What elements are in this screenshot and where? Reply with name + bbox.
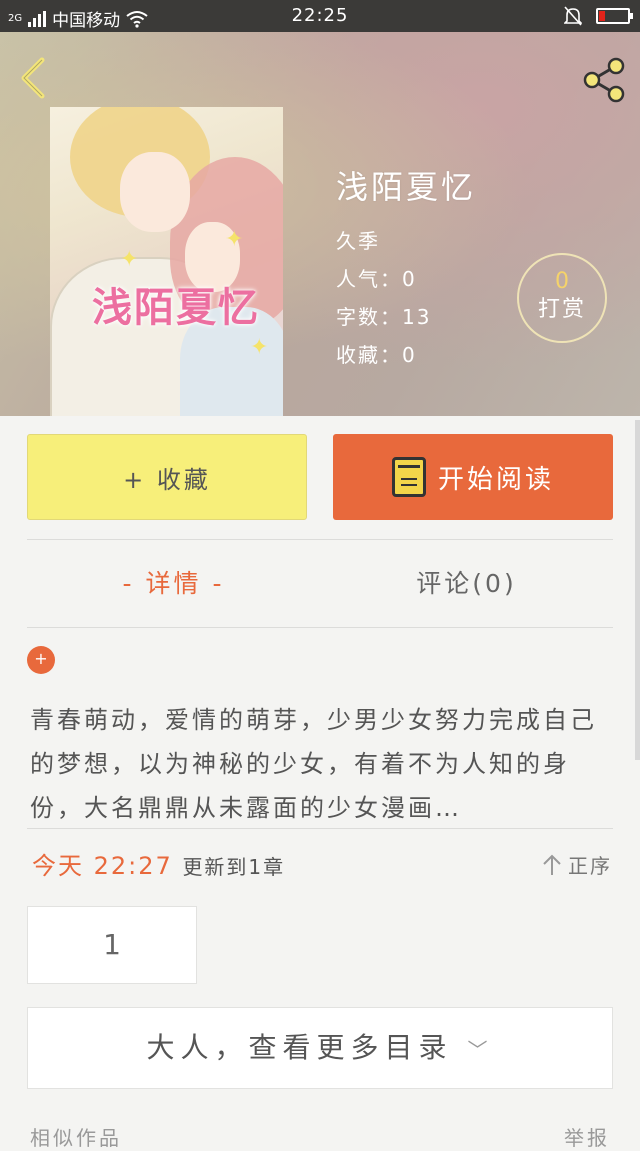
view-more-chapters-button[interactable]: 大人，查看更多目录 ﹀ <box>27 1007 613 1089</box>
start-reading-label: 开始阅读 <box>437 464 554 495</box>
start-reading-button[interactable]: 开始阅读 <box>333 434 613 520</box>
update-time: 今天 22:27 <box>32 852 173 880</box>
butterfly-decoration: ✦ <box>250 335 269 360</box>
add-favorite-button[interactable]: + 收藏 <box>27 434 307 520</box>
tab-bar: - 详情 - 评论(0) <box>27 540 613 628</box>
tip-button[interactable]: 0 打赏 <box>517 253 607 343</box>
update-info: 今天 22:27 更新到1章 <box>32 846 285 881</box>
clock: 22:25 <box>291 5 349 26</box>
book-title: 浅陌夏忆 <box>336 168 477 206</box>
divider <box>27 828 613 829</box>
back-arrow-icon[interactable] <box>14 54 54 102</box>
status-bar: 2G 中国移动 22:25 <box>0 0 640 32</box>
sort-order-label: 正序 <box>568 854 612 878</box>
book-description: 青春萌动，爱情的萌芽，少男少女努力完成自己的梦想，以为神秘的少女，有着不为人知的… <box>30 706 597 822</box>
tab-detail[interactable]: - 详情 - <box>27 540 320 628</box>
chevron-down-icon: ﹀ <box>467 1038 494 1062</box>
expand-description-button[interactable]: + <box>27 646 55 674</box>
book-author[interactable]: 久季 <box>336 222 476 260</box>
share-icon[interactable] <box>580 56 628 104</box>
chapter-item[interactable]: 1 <box>27 906 197 984</box>
cover-title: 浅陌夏忆 <box>92 284 260 331</box>
update-text: 更新到1章 <box>182 855 286 879</box>
book-favorites: 收藏：0 <box>336 343 417 367</box>
sort-order-button[interactable]: 正序 <box>542 850 612 879</box>
divider <box>27 627 613 628</box>
similar-works-heading: 相似作品 <box>30 1126 122 1150</box>
view-more-label: 大人，查看更多目录 <box>146 1031 453 1064</box>
tip-label: 打赏 <box>537 297 586 322</box>
book-info: 浅陌夏忆 久季 人气：0 字数：13 收藏：0 <box>336 162 476 374</box>
book-icon <box>391 457 426 497</box>
butterfly-decoration: ✦ <box>225 227 244 252</box>
scrollbar[interactable] <box>635 420 640 760</box>
book-header: ✦ ✦ ✦ 浅陌夏忆 浅陌夏忆 久季 人气：0 字数：13 收藏：0 0 打赏 <box>0 32 640 416</box>
arrow-up-icon <box>543 854 561 875</box>
tip-count: 0 <box>555 269 569 294</box>
book-popularity: 人气：0 <box>336 267 417 291</box>
tab-comments[interactable]: 评论(0) <box>320 540 613 628</box>
book-cover[interactable]: ✦ ✦ ✦ 浅陌夏忆 <box>50 107 283 416</box>
report-link[interactable]: 举报 <box>564 1122 610 1151</box>
book-word-count: 字数：13 <box>336 305 432 329</box>
mute-bell-icon <box>564 6 582 26</box>
battery-icon <box>596 8 633 24</box>
butterfly-decoration: ✦ <box>120 247 139 272</box>
